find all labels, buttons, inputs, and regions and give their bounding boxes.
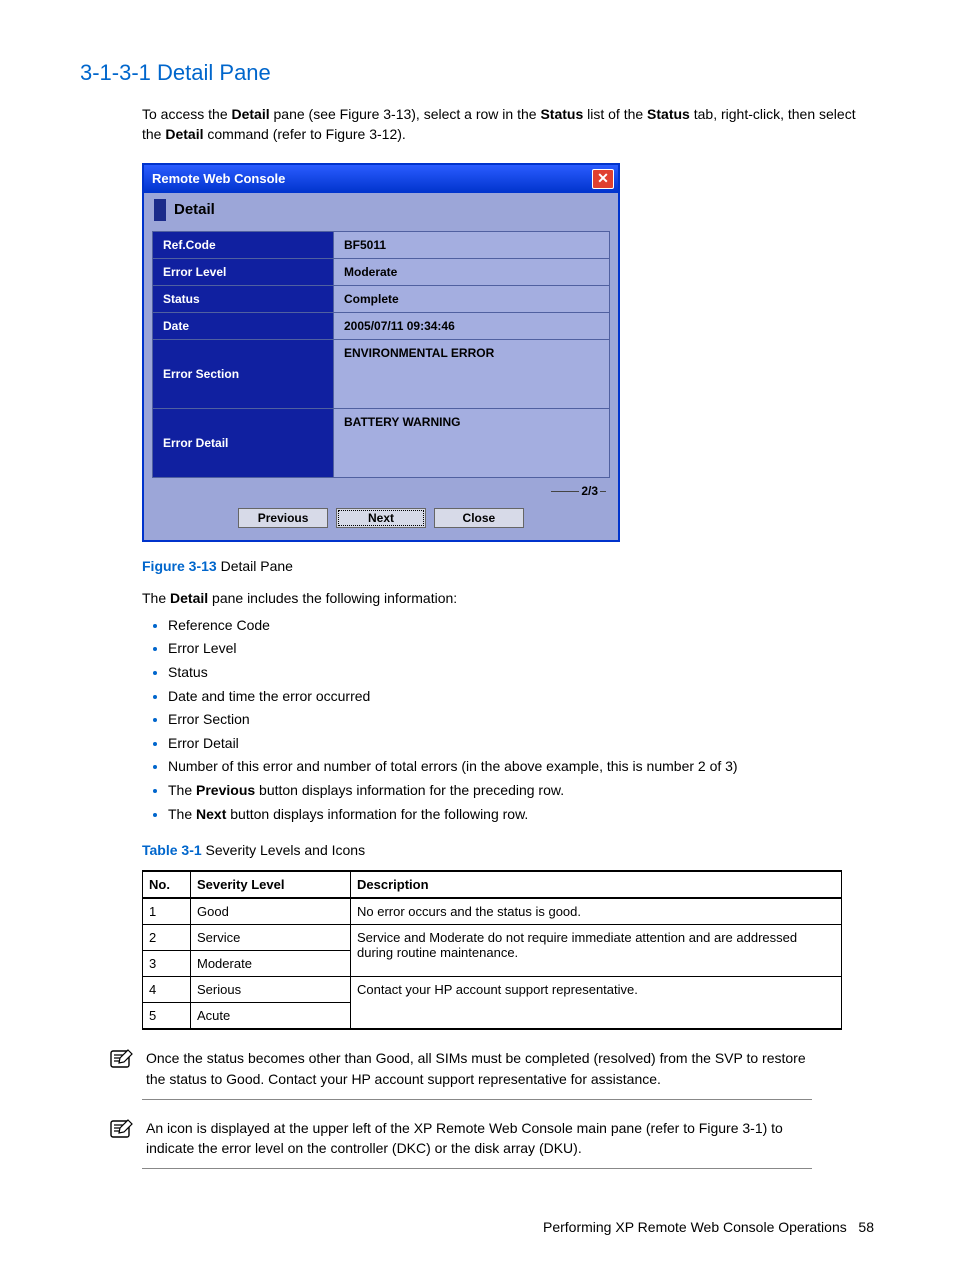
table-text: Severity Levels and Icons [202,842,365,858]
close-button[interactable]: Close [434,508,524,528]
cell: 1 [143,898,191,925]
t: Previous [196,782,255,798]
list-item: Reference Code [168,616,874,636]
cell: Contact your HP account support represen… [351,977,842,1030]
cell: No error occurs and the status is good. [351,898,842,925]
table-caption: Table 3-1 Severity Levels and Icons [142,842,874,858]
label-errordetail: Error Detail [153,408,334,477]
label-refcode: Ref.Code [153,231,334,258]
after-figure-text: The Detail pane includes the following i… [142,588,874,608]
note-1: Once the status becomes other than Good,… [142,1048,812,1100]
dialog-subheader-text: Detail [174,201,215,218]
table-row: 1 Good No error occurs and the status is… [143,898,842,925]
bullet-list: Reference Code Error Level Status Date a… [142,616,874,824]
table-row: 4 Serious Contact your HP account suppor… [143,977,842,1003]
detail-table: Ref.CodeBF5011 Error LevelModerate Statu… [152,231,610,478]
pager: 2/3 [144,482,618,504]
t: Status [647,106,690,122]
cell: 2 [143,925,191,951]
table-number: Table 3-1 [142,842,202,858]
intro-paragraph: To access the Detail pane (see Figure 3-… [142,104,874,145]
t: Detail [170,590,208,606]
detail-dialog: Remote Web Console ✕ Detail Ref.CodeBF50… [142,163,620,542]
t: To access the [142,106,232,122]
list-item: Status [168,663,874,683]
t: list of the [583,106,647,122]
cell: Acute [191,1003,351,1030]
figure-number: Figure 3-13 [142,558,217,574]
cell: Good [191,898,351,925]
cell: 3 [143,951,191,977]
cell: 5 [143,1003,191,1030]
list-item: The Next button displays information for… [168,805,874,825]
value-refcode: BF5011 [334,231,610,258]
next-button[interactable]: Next [336,508,426,528]
list-item: Error Section [168,710,874,730]
note-icon [108,1048,134,1070]
note-text: Once the status becomes other than Good,… [146,1048,812,1089]
t: pane includes the following information: [208,590,457,606]
t: pane (see Figure 3-13), select a row in … [270,106,541,122]
cell: Service and Moderate do not require imme… [351,925,842,977]
table-row: 2 Service Service and Moderate do not re… [143,925,842,951]
t: button displays information for the foll… [226,806,528,822]
note-text: An icon is displayed at the upper left o… [146,1118,812,1159]
label-errorlevel: Error Level [153,258,334,285]
value-date: 2005/07/11 09:34:46 [334,312,610,339]
t: command (refer to Figure 3-12). [203,126,405,142]
th-desc: Description [351,871,842,898]
button-row: Previous Next Close [144,504,618,540]
list-item: Date and time the error occurred [168,687,874,707]
value-errorlevel: Moderate [334,258,610,285]
th-no: No. [143,871,191,898]
close-icon[interactable]: ✕ [592,169,614,189]
label-date: Date [153,312,334,339]
list-item: Error Level [168,639,874,659]
previous-button[interactable]: Previous [238,508,328,528]
t: button displays information for the prec… [255,782,564,798]
t: Detail [165,126,203,142]
list-item: The Previous button displays information… [168,781,874,801]
label-errorsection: Error Section [153,339,334,408]
t: Status [540,106,583,122]
value-errordetail: BATTERY WARNING [334,408,610,477]
note-icon [108,1118,134,1140]
t: Next [196,806,226,822]
list-item: Number of this error and number of total… [168,757,874,777]
figure-text: Detail Pane [217,558,293,574]
list-item: Error Detail [168,734,874,754]
label-status: Status [153,285,334,312]
dialog-subheader: Detail [144,193,618,231]
cell: 4 [143,977,191,1003]
t: The [142,590,170,606]
th-level: Severity Level [191,871,351,898]
detail-icon [154,199,166,221]
note-2: An icon is displayed at the upper left o… [142,1118,812,1170]
section-heading: 3-1-3-1 Detail Pane [80,60,874,86]
figure-caption: Figure 3-13 Detail Pane [142,558,874,574]
t: Detail [232,106,270,122]
cell: Service [191,925,351,951]
severity-table: No. Severity Level Description 1 Good No… [142,870,842,1030]
t: The [168,806,196,822]
t: The [168,782,196,798]
footer-text: Performing XP Remote Web Console Operati… [543,1219,847,1235]
value-status: Complete [334,285,610,312]
page-footer: Performing XP Remote Web Console Operati… [80,1219,874,1235]
dialog-titlebar: Remote Web Console ✕ [144,165,618,193]
cell: Serious [191,977,351,1003]
pager-text: 2/3 [581,484,598,498]
dialog-title: Remote Web Console [152,171,285,186]
page-number: 58 [858,1219,874,1235]
value-errorsection: ENVIRONMENTAL ERROR [334,339,610,408]
cell: Moderate [191,951,351,977]
